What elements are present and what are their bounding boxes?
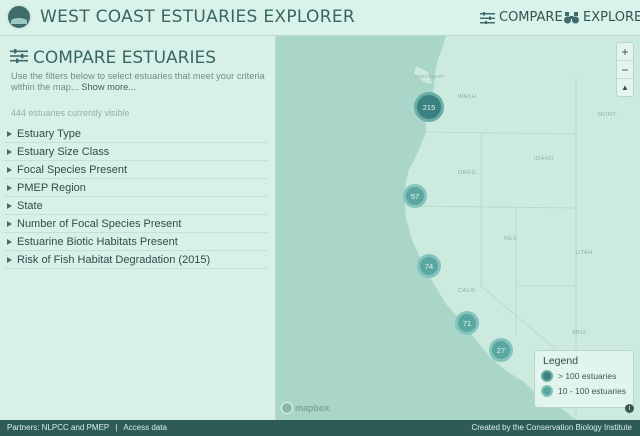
map-label: WASH. xyxy=(458,94,479,100)
filter-list: Estuary Type Estuary Size Class Focal Sp… xyxy=(4,125,268,269)
filter-label: State xyxy=(17,199,43,212)
binoculars-icon xyxy=(564,11,579,24)
caret-right-icon xyxy=(7,202,12,209)
filter-label: Estuarine Biotic Habitats Present xyxy=(17,235,178,248)
panel-title: COMPARE ESTUARIES xyxy=(10,48,216,68)
filter-pmep-region[interactable]: PMEP Region xyxy=(4,179,268,197)
legend-label: 10 - 100 estuaries xyxy=(558,386,627,396)
filter-label: PMEP Region xyxy=(17,181,86,194)
map-label: UTAH xyxy=(576,250,593,256)
cluster-marker[interactable]: 71 xyxy=(455,311,479,335)
map-label: IDAHO xyxy=(534,156,554,162)
access-data-link[interactable]: Access data xyxy=(123,423,167,432)
partners-link[interactable]: Partners: NLPCC and PMEP xyxy=(7,423,109,432)
map-legend: Legend > 100 estuaries 10 - 100 estuarie… xyxy=(534,350,634,408)
filter-label: Risk of Fish Habitat Degradation (2015) xyxy=(17,253,211,266)
filter-label: Number of Focal Species Present xyxy=(17,217,182,230)
filter-label: Estuary Size Class xyxy=(17,145,110,158)
map[interactable]: WASH. OREG. IDAHO MONT. NEV. UTAH CALIF.… xyxy=(276,36,640,420)
filter-label: Focal Species Present xyxy=(17,163,128,176)
caret-right-icon xyxy=(7,148,12,155)
filter-state[interactable]: State xyxy=(4,197,268,215)
credit-link[interactable]: Created by the Conservation Biology Inst… xyxy=(471,423,632,432)
caret-right-icon xyxy=(7,184,12,191)
legend-item: 10 - 100 estuaries xyxy=(541,385,627,397)
cluster-marker[interactable]: 27 xyxy=(489,338,513,362)
nav-compare-label: COMPARE xyxy=(499,10,563,25)
panel-title-text: COMPARE ESTUARIES xyxy=(33,48,217,68)
filter-biotic-habitats[interactable]: Estuarine Biotic Habitats Present xyxy=(4,233,268,251)
legend-title: Legend xyxy=(543,355,579,367)
show-more-link[interactable]: Show more... xyxy=(81,82,136,92)
compare-panel: COMPARE ESTUARIES Use the filters below … xyxy=(0,36,276,420)
nav-explore-button[interactable]: EXPLORE xyxy=(564,10,640,25)
filter-fish-habitat-risk[interactable]: Risk of Fish Habitat Degradation (2015) xyxy=(4,251,268,269)
map-label: NEV. xyxy=(504,236,519,242)
nav-compare-button[interactable]: COMPARE xyxy=(480,10,563,25)
cluster-count: 71 xyxy=(462,318,472,328)
cluster-count: 215 xyxy=(422,102,436,112)
map-label: Vancouver xyxy=(414,74,445,80)
mapbox-icon xyxy=(281,402,293,414)
footer: Partners: NLPCC and PMEP | Access data Cre… xyxy=(0,420,640,436)
mapbox-text: mapbox xyxy=(295,403,330,413)
legend-swatch xyxy=(541,385,553,397)
legend-item: > 100 estuaries xyxy=(541,370,627,382)
panel-description-text: Use the filters below to select estuarie… xyxy=(11,71,265,92)
footer-divider: | xyxy=(115,423,118,432)
zoom-in-button[interactable]: + xyxy=(617,43,633,61)
caret-right-icon xyxy=(7,238,12,245)
caret-right-icon xyxy=(7,130,12,137)
cluster-count: 27 xyxy=(496,345,506,355)
cluster-marker[interactable]: 215 xyxy=(414,92,444,122)
visible-count: 444 estuaries currently visible xyxy=(11,108,130,118)
attribution-info-button[interactable]: i xyxy=(625,404,634,413)
cluster-count: 74 xyxy=(424,261,434,271)
map-label: MONT. xyxy=(598,112,618,118)
filter-estuary-size-class[interactable]: Estuary Size Class xyxy=(4,143,268,161)
map-label: CALIF. xyxy=(458,288,478,294)
panel-description: Use the filters below to select estuarie… xyxy=(11,71,273,93)
zoom-out-button[interactable]: − xyxy=(617,61,633,79)
cluster-marker[interactable]: 57 xyxy=(403,184,427,208)
nav-explore-label: EXPLORE xyxy=(583,10,640,25)
cluster-count: 57 xyxy=(410,191,420,201)
compass-reset-button[interactable]: ▲ xyxy=(617,79,633,96)
map-label: OREG. xyxy=(458,170,479,176)
map-label: ARIZ. xyxy=(572,330,589,336)
caret-right-icon xyxy=(7,166,12,173)
filter-estuary-type[interactable]: Estuary Type xyxy=(4,125,268,143)
filter-focal-species-present[interactable]: Focal Species Present xyxy=(4,161,268,179)
logo xyxy=(6,4,32,30)
mapbox-logo[interactable]: mapbox xyxy=(281,402,330,414)
caret-right-icon xyxy=(7,220,12,227)
sliders-icon xyxy=(10,48,28,68)
sliders-icon xyxy=(480,11,495,24)
filter-label: Estuary Type xyxy=(17,127,81,140)
cluster-marker[interactable]: 74 xyxy=(417,254,441,278)
legend-label: > 100 estuaries xyxy=(558,371,617,381)
caret-right-icon xyxy=(7,256,12,263)
zoom-controls: + − ▲ xyxy=(616,42,634,97)
legend-swatch xyxy=(541,370,553,382)
app-title: WEST COAST ESTUARIES EXPLORER xyxy=(40,7,355,27)
app-header: WEST COAST ESTUARIES EXPLORER COMPARE EX… xyxy=(0,0,640,36)
filter-number-of-focal-species[interactable]: Number of Focal Species Present xyxy=(4,215,268,233)
